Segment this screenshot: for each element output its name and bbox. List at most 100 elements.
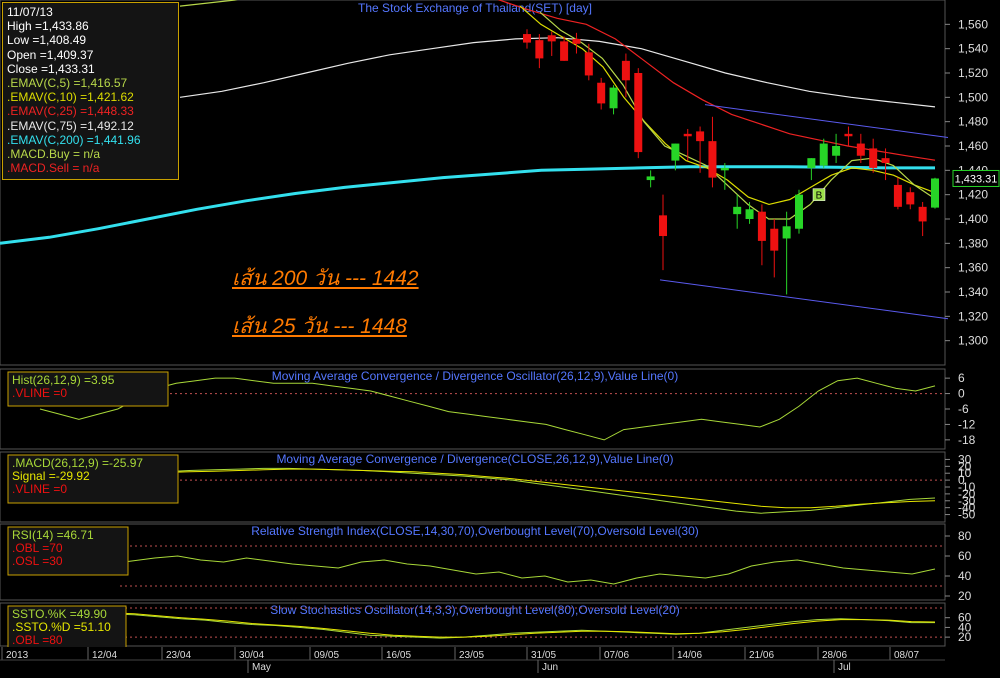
buy-marker-label: B bbox=[816, 191, 823, 202]
indicator-title: Relative Strength Index(CLOSE,14,30,70),… bbox=[251, 524, 699, 538]
candle-body bbox=[535, 40, 544, 59]
date-axis-label: 16/05 bbox=[386, 650, 411, 661]
indicator-axis-label: 0 bbox=[958, 387, 965, 401]
candle-body bbox=[906, 192, 915, 205]
candle-body bbox=[819, 143, 828, 166]
candle bbox=[931, 177, 939, 209]
month-axis-label: May bbox=[252, 662, 271, 673]
indicator-axis-label: -12 bbox=[958, 417, 976, 431]
date-axis-label: 23/04 bbox=[166, 650, 191, 661]
indicator-legend-entry: SSTO.%K =49.90 bbox=[12, 607, 107, 621]
price-axis-label: 1,420 bbox=[958, 188, 988, 202]
indicator-title: Moving Average Convergence / Divergence(… bbox=[276, 452, 673, 466]
indicator-legend-entry: .VLINE =0 bbox=[12, 386, 67, 400]
info-macd-buy: .MACD.Buy = n/a bbox=[7, 147, 101, 162]
candle-body bbox=[881, 158, 890, 164]
info-low: Low =1,408.49 bbox=[7, 33, 87, 48]
annotation-ema200: เส้น 200 วัน --- 1442 bbox=[232, 267, 419, 290]
indicator-axis-label: 40 bbox=[958, 569, 972, 583]
date-axis-label: 14/06 bbox=[677, 650, 702, 661]
indicator-legend: SSTO.%K =49.90.SSTO.%D =51.10.OBL =80 bbox=[7, 605, 127, 649]
price-axis-label: 1,300 bbox=[958, 334, 988, 348]
info-ema5: .EMAV(C,5) =1,416.57 bbox=[7, 76, 128, 91]
indicator-axis-label: -50 bbox=[958, 508, 976, 522]
candle-body bbox=[733, 206, 742, 215]
date-axis-label: 31/05 bbox=[531, 650, 556, 661]
indicator-legend: .MACD(26,12,9) =-25.97 Signal =-29.92.VL… bbox=[7, 454, 179, 504]
month-axis-label: Jun bbox=[542, 662, 558, 673]
price-axis-label: 1,540 bbox=[958, 42, 988, 56]
candle-body bbox=[597, 82, 606, 104]
info-close: Close =1,433.31 bbox=[7, 61, 95, 76]
last-price-label: 1,433.31 bbox=[955, 173, 998, 185]
price-axis-label: 1,360 bbox=[958, 261, 988, 275]
indicator-legend-entry: .SSTO.%D =51.10 bbox=[12, 620, 111, 634]
month-axis-label: Jul bbox=[838, 662, 851, 673]
candle-body bbox=[844, 133, 853, 137]
indicator-title: Moving Average Convergence / Divergence … bbox=[272, 369, 678, 383]
candle-body bbox=[918, 206, 927, 222]
info-ema75: .EMAV(C,75) =1,492.12 bbox=[7, 118, 134, 133]
price-chart-title: The Stock Exchange of Thailand(SET) [day… bbox=[358, 1, 592, 15]
price-axis-label: 1,560 bbox=[958, 17, 988, 31]
price-axis-label: 1,380 bbox=[958, 236, 988, 250]
indicator-legend-entry: .OSL =30 bbox=[12, 554, 63, 568]
indicator-axis-label: 20 bbox=[958, 630, 972, 644]
candle-body bbox=[795, 194, 803, 229]
candle bbox=[634, 68, 643, 159]
info-date: 11/07/13 bbox=[7, 5, 53, 19]
ohlc-info-box: 11/07/13 High =1,433.86 Low =1,408.49 Op… bbox=[2, 2, 179, 180]
candle-body bbox=[621, 60, 630, 81]
candle-body bbox=[696, 131, 705, 142]
candle-body bbox=[807, 158, 816, 168]
date-axis-label: 23/05 bbox=[459, 650, 484, 661]
candle-body bbox=[720, 167, 729, 171]
date-axis-label: 21/06 bbox=[749, 650, 774, 661]
info-macd-sell: .MACD.Sell = n/a bbox=[7, 161, 100, 176]
info-ema200: .EMAV(C,200) =1,441.96 bbox=[7, 132, 141, 147]
price-axis-label: 1,400 bbox=[958, 212, 988, 226]
candle-body bbox=[757, 211, 766, 241]
indicator-legend-entry: .VLINE =0 bbox=[12, 482, 67, 496]
indicator-legend-entry: Hist(26,12,9) =3.95 bbox=[12, 373, 115, 387]
indicator-axis-label: -18 bbox=[958, 433, 976, 447]
stock-chart-window: 1,3001,3201,3401,3601,3801,4001,4201,440… bbox=[0, 0, 1000, 673]
candle-body bbox=[770, 228, 779, 251]
candle-body bbox=[931, 178, 939, 208]
candle-body bbox=[634, 73, 643, 153]
candle-body bbox=[609, 87, 618, 109]
candle-body bbox=[856, 143, 865, 156]
candle-body bbox=[745, 209, 754, 219]
info-ema10: .EMAV(C,10) =1,421.62 bbox=[7, 90, 134, 105]
indicator-axis-label: 20 bbox=[958, 589, 972, 603]
candle-body bbox=[832, 146, 841, 156]
price-axis-label: 1,480 bbox=[958, 115, 988, 129]
info-high: High =1,433.86 bbox=[7, 19, 89, 34]
indicator-legend-entry: RSI(14) =46.71 bbox=[12, 528, 94, 542]
candle-body bbox=[560, 41, 569, 61]
indicator-legend: Hist(26,12,9) =3.95.VLINE =0 bbox=[7, 371, 169, 407]
indicator-legend-entry: Signal =-29.92 bbox=[12, 469, 90, 483]
indicator-legend-entry: .OBL =80 bbox=[12, 633, 63, 647]
annotation-ema25: เส้น 25 วัน --- 1448 bbox=[232, 315, 407, 338]
candle-body bbox=[584, 52, 593, 76]
date-axis-label: 28/06 bbox=[822, 650, 847, 661]
price-axis-label: 1,520 bbox=[958, 66, 988, 80]
price-axis-label: 1,320 bbox=[958, 309, 988, 323]
candle-body bbox=[869, 148, 878, 168]
price-axis-label: 1,500 bbox=[958, 90, 988, 104]
candle-body bbox=[659, 215, 667, 237]
date-axis-label: 2013 bbox=[6, 650, 29, 661]
indicator-legend-entry: .OBL =70 bbox=[12, 541, 63, 555]
candle-body bbox=[893, 184, 902, 207]
indicator-axis-label: -6 bbox=[958, 402, 969, 416]
indicator-legend-entry: .MACD(26,12,9) =-25.97 bbox=[12, 456, 143, 470]
candle-body bbox=[646, 176, 655, 181]
price-axis-label: 1,340 bbox=[958, 285, 988, 299]
info-ema25: .EMAV(C,25) =1,448.33 bbox=[7, 104, 134, 119]
date-axis-label: 12/04 bbox=[92, 650, 117, 661]
candle-body bbox=[708, 141, 717, 178]
date-axis-label: 09/05 bbox=[314, 650, 339, 661]
date-axis-label: 30/04 bbox=[239, 650, 264, 661]
indicator-title: Slow Stochastics Oscillator(14,3,3),Over… bbox=[270, 603, 680, 617]
